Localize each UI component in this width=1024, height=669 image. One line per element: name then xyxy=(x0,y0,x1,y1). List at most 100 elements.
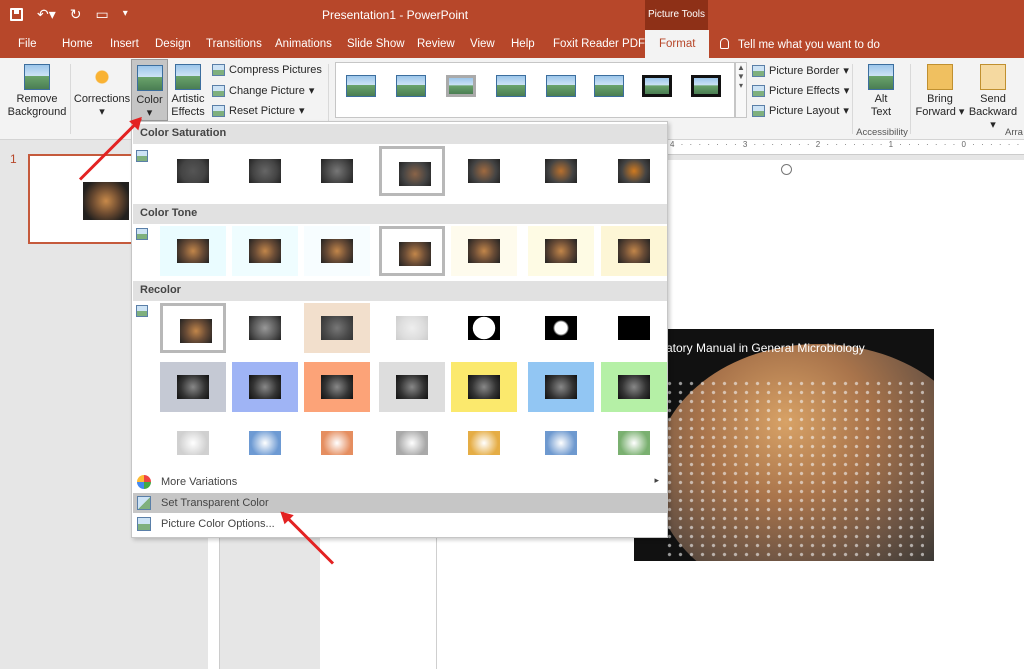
picture-style-8[interactable] xyxy=(691,75,721,97)
color-swatch[interactable] xyxy=(160,362,226,412)
reset-picture-button[interactable]: Reset Picture ▾ xyxy=(212,104,305,117)
picture-style-5[interactable] xyxy=(546,75,576,97)
color-swatch[interactable] xyxy=(451,418,517,468)
color-swatch[interactable] xyxy=(601,362,667,412)
tab-review[interactable]: Review xyxy=(417,38,455,50)
color-swatch[interactable] xyxy=(304,146,370,196)
picture-styles-gallery[interactable] xyxy=(335,62,735,118)
color-swatch[interactable] xyxy=(451,362,517,412)
set-transparent-color-item[interactable]: Set Transparent Color xyxy=(133,493,667,513)
section-color-tone: Color Tone xyxy=(133,204,667,224)
color-swatch[interactable] xyxy=(232,362,298,412)
tab-design[interactable]: Design xyxy=(155,38,191,50)
remove-background-label-1: Remove xyxy=(16,93,58,105)
send-backward-icon xyxy=(980,64,1006,90)
picture-style-6[interactable] xyxy=(594,75,624,97)
color-swatch[interactable] xyxy=(601,303,667,353)
picture-style-2[interactable] xyxy=(396,75,426,97)
swatch-thumbnail xyxy=(321,431,353,455)
color-swatch[interactable] xyxy=(379,146,445,196)
color-swatch[interactable] xyxy=(379,226,445,276)
tab-file[interactable]: File xyxy=(18,38,37,50)
section-recolor: Recolor xyxy=(133,281,667,301)
color-swatch[interactable] xyxy=(379,362,445,412)
color-swatch[interactable] xyxy=(232,418,298,468)
color-swatch[interactable] xyxy=(232,303,298,353)
color-swatch[interactable] xyxy=(601,418,667,468)
picture-color-options-item[interactable]: Picture Color Options... xyxy=(133,514,667,534)
selected-picture[interactable]: ratory Manual in General Microbiology xyxy=(634,329,934,561)
tab-insert[interactable]: Insert xyxy=(110,38,139,50)
swatch-thumbnail xyxy=(177,375,209,399)
color-swatch[interactable] xyxy=(528,418,594,468)
picture-style-1[interactable] xyxy=(346,75,376,97)
color-swatch[interactable] xyxy=(160,226,226,276)
color-swatch[interactable] xyxy=(160,418,226,468)
color-swatch[interactable] xyxy=(528,146,594,196)
remove-background-button[interactable]: Remove Background xyxy=(6,64,68,119)
compress-pictures-button[interactable]: Compress Pictures xyxy=(212,64,322,76)
tab-slide-show[interactable]: Slide Show xyxy=(347,38,405,50)
color-swatch[interactable] xyxy=(304,418,370,468)
swatch-thumbnail xyxy=(249,239,281,263)
color-swatch[interactable] xyxy=(304,303,370,353)
color-swatch[interactable] xyxy=(304,226,370,276)
gallery-scroll[interactable]: ▲ ▼ ▾ xyxy=(735,62,747,118)
color-swatch[interactable] xyxy=(601,146,667,196)
color-swatch[interactable] xyxy=(451,303,517,353)
alt-text-button[interactable]: Alt Text xyxy=(860,64,902,119)
color-swatch[interactable] xyxy=(232,146,298,196)
bring-forward-button[interactable]: Bring Forward ▾ xyxy=(914,64,966,119)
tab-foxit[interactable]: Foxit Reader PDF xyxy=(553,38,645,50)
tell-me-box[interactable]: Tell me what you want to do xyxy=(720,38,880,51)
swatch-thumbnail xyxy=(177,431,209,455)
color-swatch[interactable] xyxy=(379,418,445,468)
swatch-thumbnail xyxy=(468,159,500,183)
picture-tools-context: Picture Tools xyxy=(645,0,708,30)
send-backward-button[interactable]: Send Backward ▾ xyxy=(966,64,1020,132)
corrections-sun-icon xyxy=(89,64,115,90)
tell-me-text: Tell me what you want to do xyxy=(738,39,880,51)
picture-style-3[interactable] xyxy=(446,75,476,97)
arrange-group-label: Arra xyxy=(1005,127,1023,138)
color-swatch[interactable] xyxy=(451,146,517,196)
picture-effects-button[interactable]: Picture Effects ▾ xyxy=(752,84,849,97)
swatch-thumbnail xyxy=(396,375,428,399)
color-swatch[interactable] xyxy=(160,303,226,353)
swatch-thumbnail xyxy=(321,239,353,263)
tab-help[interactable]: Help xyxy=(511,38,535,50)
picture-layout-button[interactable]: Picture Layout ▾ xyxy=(752,104,849,117)
color-swatch[interactable] xyxy=(451,226,517,276)
slide-thumbnail-image xyxy=(83,182,129,220)
swatch-thumbnail xyxy=(618,375,650,399)
picture-style-7[interactable] xyxy=(642,75,672,97)
more-variations-item[interactable]: More Variations ▸ xyxy=(133,472,667,492)
picture-border-button[interactable]: Picture Border ▾ xyxy=(752,64,849,77)
color-button[interactable]: Color ▾ xyxy=(131,59,168,121)
tab-transitions[interactable]: Transitions xyxy=(206,38,262,50)
color-swatch[interactable] xyxy=(528,226,594,276)
remove-background-icon xyxy=(24,64,50,90)
color-swatch[interactable] xyxy=(528,362,594,412)
tab-format[interactable]: Format xyxy=(645,30,710,58)
color-swatch[interactable] xyxy=(232,226,298,276)
color-swatch[interactable] xyxy=(528,303,594,353)
tab-animations[interactable]: Animations xyxy=(275,38,332,50)
picture-options-icon xyxy=(137,517,151,531)
color-swatch[interactable] xyxy=(304,362,370,412)
separator xyxy=(910,64,911,134)
swatch-thumbnail xyxy=(180,319,212,343)
submenu-arrow-icon: ▸ xyxy=(654,475,659,485)
color-swatch[interactable] xyxy=(601,226,667,276)
color-swatch[interactable] xyxy=(379,303,445,353)
change-picture-button[interactable]: Change Picture ▾ xyxy=(212,84,314,97)
rotation-handle[interactable] xyxy=(781,164,792,175)
tab-view[interactable]: View xyxy=(470,38,495,50)
swatch-thumbnail xyxy=(396,431,428,455)
tab-home[interactable]: Home xyxy=(62,38,93,50)
effects-icon xyxy=(752,84,765,97)
picture-style-4[interactable] xyxy=(496,75,526,97)
corrections-button[interactable]: Corrections ▾ xyxy=(73,64,131,119)
palette-icon xyxy=(137,475,151,489)
color-swatch[interactable] xyxy=(160,146,226,196)
